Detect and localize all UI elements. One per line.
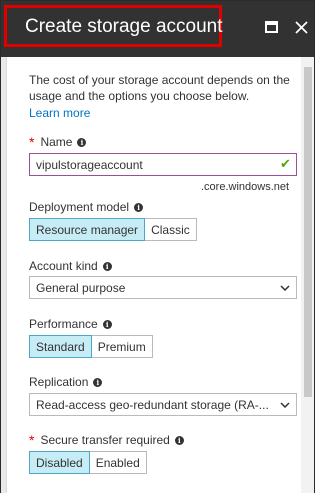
replication-label: Replication [29,375,89,389]
deployment-model-label-row: Deployment model i [29,200,144,214]
blade-header: Create storage account [1,1,314,57]
blade-content: The cost of your storage account depends… [1,57,301,493]
replication-value: Read-access geo-redundant storage (RA-..… [36,397,269,412]
performance-toggle: Standard Premium [29,335,153,358]
secure-transfer-label: Secure transfer required [40,433,170,447]
account-kind-value: General purpose [36,280,126,295]
vertical-scrollbar[interactable] [301,57,314,493]
info-icon[interactable]: i [134,202,144,212]
required-marker: * [29,134,35,150]
maximize-icon [264,21,278,33]
option-standard[interactable]: Standard [29,335,92,358]
secure-transfer-toggle: Disabled Enabled [29,451,147,474]
info-icon[interactable]: i [174,435,184,445]
left-edge [1,57,7,493]
replication-select[interactable]: Read-access geo-redundant storage (RA-..… [29,393,297,416]
close-button[interactable] [288,14,314,40]
info-icon[interactable]: i [102,319,112,329]
performance-label-row: Performance i [29,317,112,331]
name-label-row: * Name i [29,134,87,150]
info-icon[interactable]: i [77,137,87,147]
option-resource-manager[interactable]: Resource manager [29,218,146,241]
name-label: Name [40,135,73,149]
account-kind-select[interactable]: General purpose [29,276,297,299]
option-premium[interactable]: Premium [91,335,153,358]
info-icon[interactable]: i [102,261,112,271]
domain-suffix: .core.windows.net [201,181,290,193]
checkmark-icon: ✔ [280,156,291,171]
chevron-down-icon [280,400,290,410]
option-enabled[interactable]: Enabled [89,451,147,474]
chevron-down-icon [280,283,290,293]
option-classic[interactable]: Classic [145,218,197,241]
account-kind-label: Account kind [29,259,98,273]
storage-name-input[interactable] [29,153,297,176]
cost-description: The cost of your storage account depends… [29,73,290,103]
required-marker: * [29,432,35,448]
option-disabled[interactable]: Disabled [29,451,90,474]
info-icon[interactable]: i [93,377,103,387]
close-icon [294,20,308,34]
secure-transfer-label-row: * Secure transfer required i [29,433,184,447]
deployment-model-label: Deployment model [29,200,130,214]
create-storage-account-blade: Create storage account The cost of your … [0,0,315,493]
blade-title: Create storage account [25,16,223,37]
replication-label-row: Replication i [29,375,103,389]
account-kind-label-row: Account kind i [29,259,112,273]
deployment-model-toggle: Resource manager Classic [29,218,197,241]
performance-label: Performance [29,317,98,331]
scrollbar-thumb[interactable] [304,67,312,397]
learn-more-link[interactable]: Learn more [29,106,90,120]
maximize-button[interactable] [258,14,284,40]
